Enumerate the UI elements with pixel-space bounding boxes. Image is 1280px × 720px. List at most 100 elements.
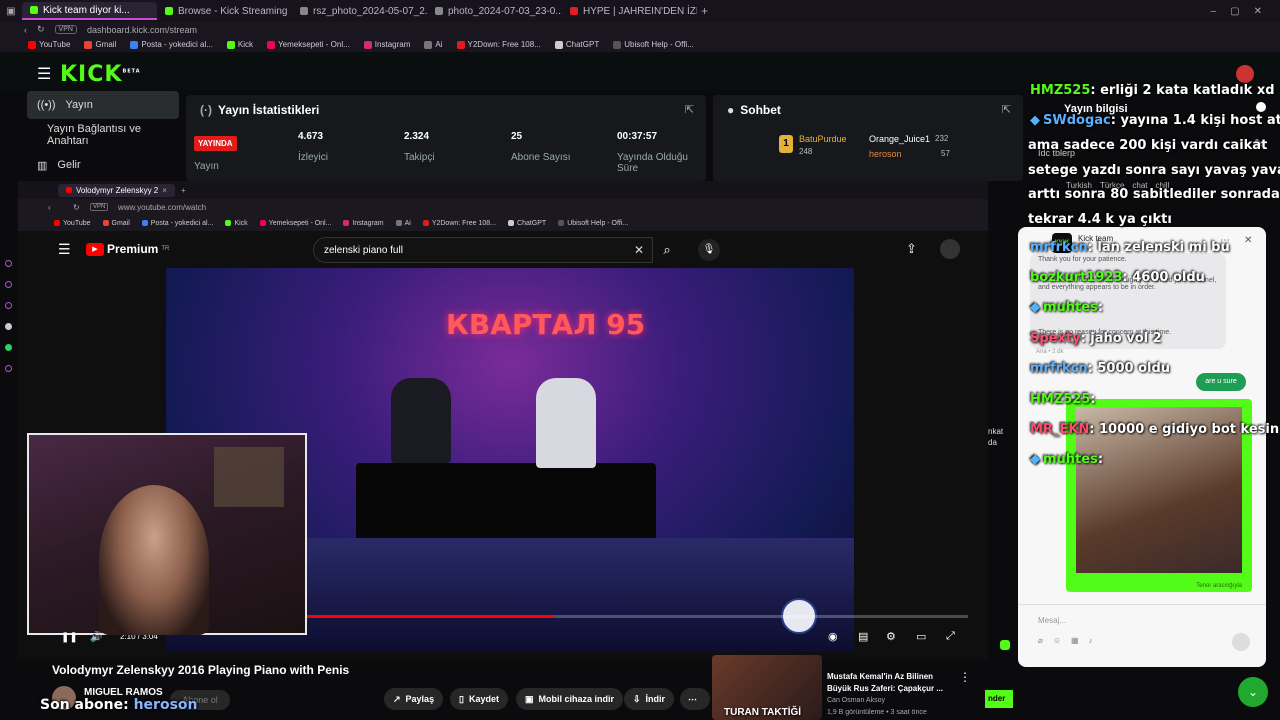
badge-icon: ◆ — [1030, 300, 1040, 315]
input-tools: ⌀ ☺ ▦ ♪ — [1038, 636, 1093, 645]
chat-launcher-button[interactable]: ⌄ — [1238, 677, 1268, 707]
bookmark[interactable]: ChatGPT — [508, 220, 546, 227]
autoplay-toggle[interactable]: ◉ — [828, 630, 838, 643]
tab-menu-icon[interactable]: ▣ — [0, 6, 22, 17]
emote-icon[interactable] — [1000, 640, 1010, 650]
bookmark[interactable]: Ai — [395, 220, 411, 227]
outer-tab-1[interactable]: Kick team diyor ki... — [22, 2, 157, 20]
bookmark[interactable]: Y2Down: Free 108... — [456, 40, 541, 49]
gif-icon[interactable]: ▦ — [1071, 636, 1079, 645]
bookmark[interactable]: Kick — [225, 220, 248, 227]
window-controls[interactable]: –▢✕ — [1211, 6, 1280, 17]
bookmark[interactable]: YouTube — [28, 40, 70, 49]
wall-poster — [214, 447, 284, 507]
bookmark[interactable]: Ubisoft Help - Offi... — [613, 40, 694, 49]
reload-icon[interactable]: ↻ — [73, 203, 80, 212]
kick-favicon-icon — [165, 7, 173, 15]
url-text[interactable]: dashboard.kick.com/stream — [87, 25, 197, 35]
vpn-badge[interactable]: VPN — [90, 203, 109, 211]
reload-icon[interactable]: ↻ — [37, 24, 45, 35]
user-avatar[interactable] — [1236, 65, 1254, 83]
fullscreen-icon[interactable]: ⤢ — [946, 630, 955, 643]
send-to-mobile-button[interactable]: ▣ Mobil cihaza indir — [516, 688, 624, 710]
whatsapp-icon[interactable] — [5, 344, 12, 351]
outer-bookmarks-bar: YouTube Gmail Posta - yokedici al... Kic… — [0, 37, 1280, 52]
outer-tab-5[interactable]: HYPE | JAHREIN'DEN İZLİ... — [562, 2, 697, 20]
bookmark[interactable]: Y2Down: Free 108... — [422, 220, 496, 227]
recommendation-channel[interactable]: Can Osman Aksoy — [827, 697, 885, 704]
clear-search-icon[interactable]: ✕ — [634, 243, 644, 257]
outer-tab-2[interactable]: Browse - Kick Streaming — [157, 2, 292, 20]
vpn-badge[interactable]: VPN — [54, 25, 77, 34]
live-badge: YAYINDA — [194, 136, 237, 151]
message-input[interactable]: Mesaj... — [1038, 616, 1066, 625]
app-icon[interactable] — [5, 260, 12, 267]
voice-search-icon[interactable]: 🎙 — [698, 239, 720, 261]
back-icon[interactable]: ‹ — [24, 25, 27, 35]
bookmark[interactable]: Kick — [226, 40, 253, 49]
new-tab-icon[interactable]: + — [697, 4, 708, 18]
app-icon[interactable] — [5, 281, 12, 288]
outer-tab-3[interactable]: rsz_photo_2024-05-07_2... — [292, 2, 427, 20]
kick-logo[interactable]: KICKBETA — [60, 62, 141, 87]
bookmark[interactable]: Instagram — [343, 220, 384, 227]
bookmark[interactable]: ChatGPT — [554, 40, 599, 49]
hamburger-menu-icon[interactable]: ☰ — [37, 64, 51, 84]
bookmark[interactable]: Posta - yokedici al... — [130, 40, 213, 49]
miniplayer-icon[interactable]: ▭ — [916, 630, 926, 643]
bookmark-icon: ▯ — [459, 693, 464, 704]
sidebar-item-stream[interactable]: ((•)) Yayın — [27, 91, 179, 119]
video-performer — [391, 378, 451, 463]
app-icon[interactable] — [5, 365, 12, 372]
back-icon[interactable]: ‹ — [48, 203, 51, 212]
youtube-logo[interactable]: ▶ Premium TR — [86, 242, 169, 256]
overlay-chat-text: : erliği 2 kata katladık xd — [1090, 83, 1275, 98]
bookmark[interactable]: Yemeksepeti - Onl... — [259, 220, 331, 227]
bookmark[interactable]: YouTube — [54, 220, 91, 227]
bookmark[interactable]: Ai — [424, 40, 443, 49]
account-avatar[interactable] — [940, 239, 960, 259]
hamburger-menu-icon[interactable]: ☰ — [58, 241, 71, 258]
popout-icon[interactable]: ⇱ — [685, 103, 694, 116]
bookmark[interactable]: Gmail — [102, 220, 130, 227]
more-actions-button[interactable]: ⋯ — [680, 688, 710, 710]
mic-icon[interactable]: ♪ — [1089, 636, 1093, 645]
search-input[interactable]: zelenski piano full ✕ — [313, 237, 653, 263]
new-tab-icon[interactable]: + — [181, 186, 186, 195]
sidebar-item-stream-key[interactable]: Yayın Bağlantısı ve Anahtarı — [27, 121, 179, 149]
upload-icon[interactable]: ⇪ — [906, 241, 917, 257]
bookmark[interactable]: Gmail — [84, 40, 116, 49]
overlay-chat-message: HMZ525: erliği 2 kata katladık xd — [1030, 83, 1275, 98]
popout-icon[interactable]: ⇱ — [1002, 103, 1011, 116]
chat-bubble-icon: ● — [727, 103, 735, 117]
download-button[interactable]: ⇩ İndir — [624, 688, 675, 710]
volume-icon[interactable]: 🔊 — [90, 632, 102, 643]
close-icon[interactable]: ✕ — [1244, 235, 1252, 246]
inner-tab-youtube[interactable]: Volodymyr Zelenskyy 2 × — [58, 183, 175, 197]
app-icon[interactable] — [5, 302, 12, 309]
search-button[interactable]: ⌕ — [653, 237, 681, 263]
save-button[interactable]: ▯ Kaydet — [450, 688, 508, 710]
bookmark[interactable]: Ubisoft Help - Offi... — [558, 220, 628, 227]
play-pause-icon[interactable]: ❚❚ — [61, 632, 78, 643]
attach-icon[interactable]: ⌀ — [1038, 636, 1043, 645]
bookmark[interactable]: Posta - yokedici al... — [141, 220, 213, 227]
subtitles-icon[interactable]: ▤ — [858, 630, 868, 643]
url-text[interactable]: www.youtube.com/watch — [118, 203, 206, 212]
sidebar-item-revenue[interactable]: ▥ Gelir — [27, 151, 179, 179]
settings-icon[interactable] — [5, 323, 12, 330]
info-icon[interactable] — [1256, 102, 1266, 112]
recommendation-title[interactable]: Mustafa Kemal'in Az Bilinen Büyük Rus Za… — [827, 671, 952, 695]
overlay-chat-message: ama sadece 200 kişi vardı caikat — [1028, 138, 1267, 153]
send-button[interactable] — [1232, 633, 1250, 651]
share-button[interactable]: ↗ Paylaş — [384, 688, 444, 710]
settings-icon[interactable]: ⚙ — [886, 630, 896, 643]
emoji-icon[interactable]: ☺ — [1053, 636, 1061, 645]
bookmark[interactable]: Instagram — [363, 40, 410, 49]
recommendation-thumbnail[interactable]: TURAN TAKTİĞİ — [712, 655, 822, 720]
outer-tab-4[interactable]: photo_2024-07-03_23-0... — [427, 2, 562, 20]
more-options-icon[interactable]: ⋮ — [959, 670, 971, 684]
bookmark[interactable]: Yemeksepeti - Onl... — [267, 40, 350, 49]
overlay-chat-user: mrfrkcn — [1030, 361, 1088, 376]
send-button-partial[interactable]: nder — [985, 690, 1013, 708]
